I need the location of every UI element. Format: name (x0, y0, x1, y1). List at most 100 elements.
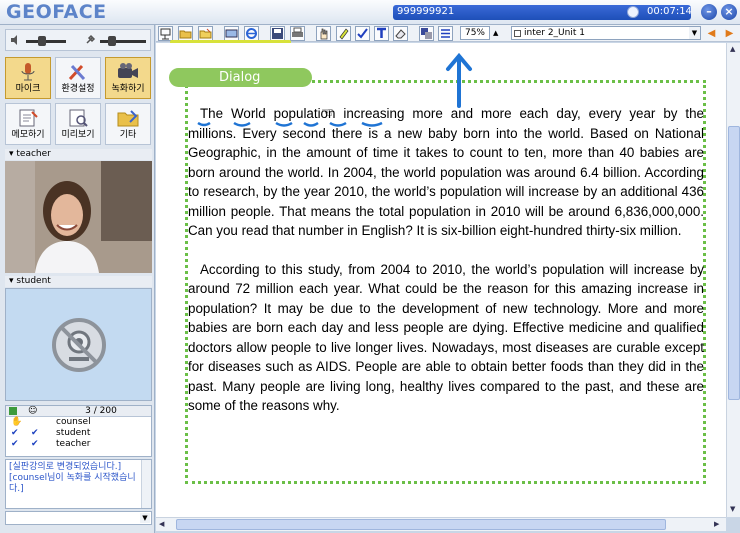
presenter-button[interactable] (158, 26, 173, 41)
memo-tool[interactable]: 메모하기 (5, 103, 51, 145)
etc-tool[interactable]: 기타 (105, 103, 151, 145)
checkmark-pen-icon (357, 28, 368, 39)
zoom-stepper-icon[interactable]: ▲ (493, 29, 498, 37)
checkmark-icon[interactable]: ✔ (31, 429, 39, 438)
chevron-down-icon: ▼ (689, 27, 700, 39)
scroll-up-icon[interactable]: ▲ (730, 45, 735, 53)
teacher-video (5, 161, 152, 273)
teacher-panel-header[interactable]: ▾ teacher (5, 149, 152, 160)
tree-toggle-icon[interactable] (9, 407, 17, 415)
mic-volume-knob[interactable] (108, 36, 116, 46)
previous-page-button[interactable]: ◀ (705, 27, 718, 40)
chevron-down-icon[interactable]: ▼ (140, 513, 150, 523)
teacher-webcam-image (5, 161, 152, 273)
hand-pointer-button[interactable] (316, 26, 331, 41)
line-color-button[interactable] (419, 26, 434, 41)
unit-select-value: inter 2_Unit 1 (524, 28, 585, 38)
vertical-scroll-thumb[interactable] (728, 126, 740, 400)
layers-icon (421, 28, 432, 39)
checkmark-icon[interactable]: ✔ (11, 429, 19, 438)
no-camera-icon (52, 318, 106, 372)
hand-cursor-icon: ☜ (321, 105, 334, 121)
speaker-volume-slider[interactable] (26, 40, 66, 43)
record-tool[interactable]: 녹화하기 (105, 57, 151, 99)
pen-button[interactable] (355, 26, 370, 41)
presenter-icon (160, 28, 171, 40)
participant-list: ☺ 3 / 200 ✋ counsel ✔ ✔ student ✔ ✔ teac… (5, 405, 152, 457)
zoom-field[interactable]: 75% (460, 26, 490, 40)
scroll-left-icon[interactable]: ◀ (159, 520, 164, 528)
horizontal-scrollbar[interactable]: ◀ ▶ (156, 517, 726, 531)
highlighter-button[interactable] (336, 26, 351, 41)
hand-icon: ✋ (11, 417, 23, 427)
text-icon (377, 27, 386, 38)
hand-pointer-icon (320, 28, 328, 40)
next-page-button[interactable]: ▶ (723, 27, 736, 40)
collapse-arrow-icon: ▾ (9, 276, 14, 286)
close-button[interactable]: × (721, 4, 737, 20)
tool-label: 녹화하기 (111, 84, 145, 94)
speaker-icon (10, 34, 22, 49)
eraser-icon (395, 29, 406, 39)
horizontal-scroll-thumb[interactable] (176, 519, 666, 530)
elapsed-time: 00:07:14 (647, 6, 692, 17)
tool-label: 마이크 (15, 84, 41, 94)
print-button[interactable] (290, 26, 305, 41)
line-style-button[interactable] (438, 26, 453, 41)
checkmark-icon[interactable]: ✔ (31, 440, 39, 449)
underline-annotations (197, 121, 383, 127)
checkmark-icon[interactable]: ✔ (11, 440, 19, 449)
unit-select[interactable]: inter 2_Unit 1 ▼ (511, 26, 701, 40)
chat-log: [실판강의로 변경되었습니다.] [counsel님이 녹화를 시작했습니다.] (5, 459, 152, 509)
participant-row[interactable]: ✔ ✔ student (6, 428, 151, 439)
student-panel-header[interactable]: ▾ student (5, 276, 152, 287)
session-bar: 999999921 00:07:14 (393, 5, 692, 20)
minimize-button[interactable]: – (701, 4, 717, 20)
left-panel: 마이크 환경설정 녹화하기 메모하기 미리보기 기타 ▾ teacher ▾ s… (0, 25, 155, 533)
settings-tools-icon (68, 64, 86, 81)
screen-capture-icon (225, 29, 238, 38)
mic-icon (84, 34, 96, 49)
scroll-down-icon[interactable]: ▼ (730, 505, 735, 513)
participant-row[interactable]: ✔ ✔ teacher (6, 439, 151, 450)
mic-volume-slider[interactable] (100, 40, 146, 43)
scroll-right-icon[interactable]: ▶ (714, 520, 719, 528)
chat-input[interactable]: ▼ (5, 511, 152, 525)
tool-label: 미리보기 (61, 130, 95, 140)
participant-name: counsel (56, 417, 91, 427)
app-logo: GEOFACE (6, 1, 107, 23)
web-browser-button[interactable] (244, 26, 259, 41)
user-filter-icon[interactable]: ☺ (28, 406, 37, 416)
volume-controls (5, 29, 151, 51)
print-icon (292, 27, 303, 37)
clock-icon (627, 6, 639, 18)
student-panel-label: student (16, 276, 51, 286)
screen-capture-button[interactable] (224, 26, 239, 41)
chat-scrollbar[interactable] (141, 460, 151, 508)
passage-paragraph: According to this study, from 2004 to 20… (188, 261, 704, 414)
eraser-button[interactable] (393, 26, 408, 41)
teacher-panel-label: teacher (16, 149, 51, 159)
vertical-scrollbar[interactable]: ▲ ▼ (726, 43, 740, 517)
tool-label: 환경설정 (61, 84, 95, 94)
microphone-tool[interactable]: 마이크 (5, 57, 51, 99)
memo-icon (19, 109, 38, 127)
open-folder-button[interactable] (198, 26, 213, 41)
settings-tool[interactable]: 환경설정 (55, 57, 101, 99)
preview-icon (69, 109, 88, 127)
document-viewer: Dialog The World population increasing m… (156, 43, 726, 517)
user-id: 999999921 (397, 6, 455, 17)
open-file-button[interactable] (178, 26, 193, 41)
text-tool-button[interactable] (374, 26, 389, 41)
highlighter-icon (339, 28, 349, 40)
participant-count: 3 / 200 (85, 406, 117, 416)
participant-row[interactable]: ✋ counsel (6, 417, 151, 428)
speaker-volume-knob[interactable] (38, 36, 46, 46)
collapse-arrow-icon: ▾ (9, 149, 14, 159)
microphone-icon (21, 63, 35, 81)
participant-list-header: ☺ 3 / 200 (6, 406, 151, 417)
preview-tool[interactable]: 미리보기 (55, 103, 101, 145)
reading-passage: The World population increasing more and… (188, 104, 704, 435)
save-button[interactable] (270, 26, 285, 41)
chat-message: [실판강의로 변경되었습니다.] (9, 462, 122, 472)
